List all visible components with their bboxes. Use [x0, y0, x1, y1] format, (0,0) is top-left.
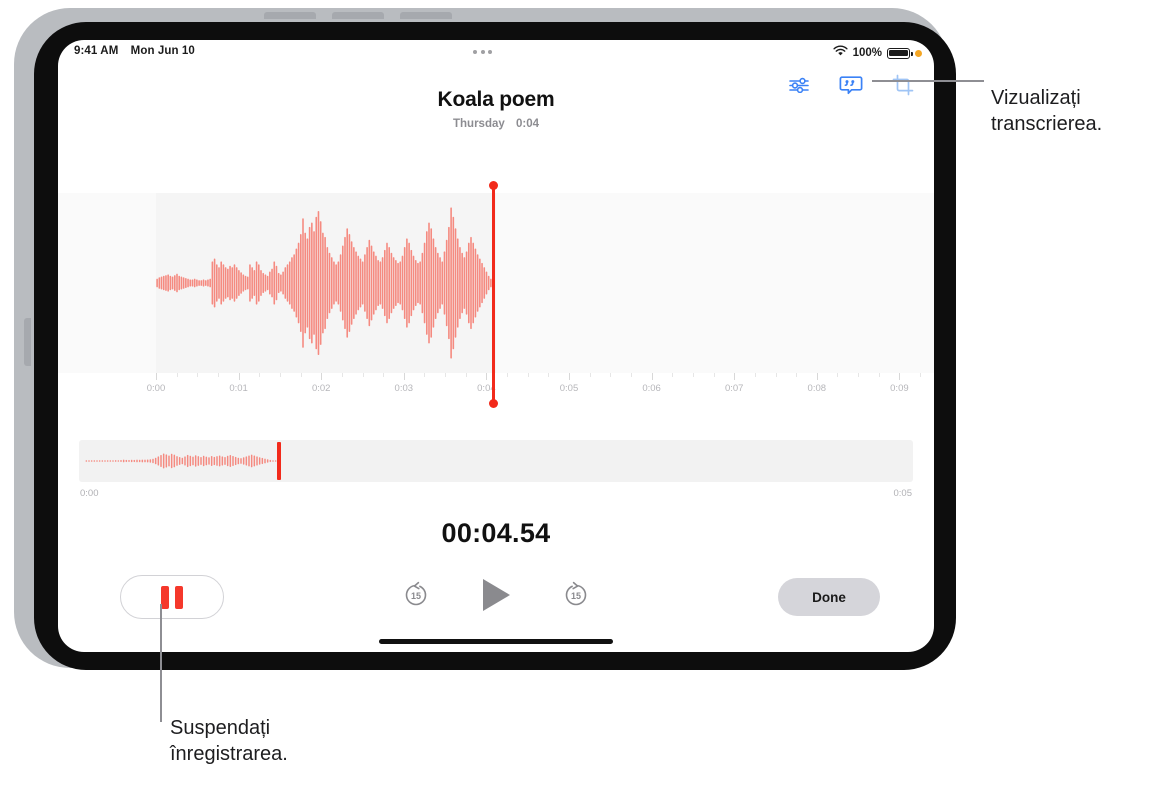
- callout-line-pause: [160, 604, 162, 722]
- ruler-tick-minor: [341, 373, 343, 377]
- screenshot-root: 9:41 AM Mon Jun 10 100% Koala poem Thurs…: [0, 0, 1165, 790]
- controls-row: 15 15 Done: [58, 570, 934, 630]
- ruler-tick-major: [403, 373, 405, 380]
- ruler-tick-minor: [217, 373, 219, 377]
- battery-icon: [887, 47, 913, 59]
- svg-text:15: 15: [411, 591, 421, 601]
- ruler-tick-minor: [672, 373, 674, 377]
- wifi-icon: [833, 44, 848, 62]
- play-button[interactable]: [479, 576, 513, 619]
- main-waveform-panel[interactable]: [58, 193, 934, 373]
- ruler-tick-minor: [197, 373, 199, 377]
- status-bar: 9:41 AM Mon Jun 10 100%: [58, 40, 934, 66]
- ruler-label: 0:00: [146, 383, 166, 394]
- callout-line-transcription: [872, 80, 984, 82]
- ruler-tick-minor: [279, 373, 281, 377]
- ruler-tick-minor: [796, 373, 798, 377]
- ruler-tick-minor: [300, 373, 302, 377]
- ruler-tick-major: [899, 373, 901, 380]
- overview-playhead[interactable]: [277, 442, 281, 480]
- ruler-tick-major: [238, 373, 240, 380]
- ruler-label: 0:09: [890, 383, 909, 394]
- recording-indicator-dot: [915, 49, 922, 57]
- ruler-label: 0:08: [807, 383, 827, 394]
- svg-text:15: 15: [571, 591, 581, 601]
- main-waveform-bars: [156, 207, 492, 359]
- ruler-tick-minor: [631, 373, 632, 377]
- ruler-tick-minor: [259, 373, 261, 377]
- recording-day: Thursday: [453, 118, 505, 130]
- skip-forward-15-button[interactable]: 15: [561, 580, 591, 615]
- ruler-tick-major: [486, 373, 488, 380]
- ruler-tick-minor: [465, 373, 467, 377]
- ruler-tick-minor: [610, 373, 612, 377]
- ruler-label: 0:06: [642, 383, 661, 394]
- ruler-tick-minor: [692, 373, 694, 377]
- ruler-tick-minor: [858, 373, 860, 377]
- ruler-tick-minor: [527, 373, 529, 377]
- playhead-bottom-handle[interactable]: [488, 399, 498, 408]
- ruler-tick-minor: [424, 373, 426, 377]
- device-button-side: [24, 318, 31, 366]
- device-button-volume-up: [264, 12, 316, 19]
- ruler-tick-major: [569, 373, 570, 380]
- ruler-tick-major: [816, 373, 818, 380]
- ruler-tick-minor: [837, 373, 839, 377]
- ruler-tick-minor: [920, 373, 921, 377]
- title-block: Koala poem Thursday 0:04: [58, 88, 934, 130]
- callout-pause-text: Suspendați înregistrarea.: [170, 717, 288, 765]
- ruler-label: 0:01: [229, 383, 248, 394]
- ruler-tick-minor: [775, 373, 777, 377]
- ruler-tick-minor: [176, 373, 178, 377]
- callout-transcription-text: Vizualizați transcrierea.: [991, 87, 1103, 135]
- ruler-label: 0:07: [724, 383, 744, 394]
- playhead-top-handle[interactable]: [488, 181, 498, 190]
- status-date: Mon Jun 10: [130, 45, 195, 57]
- home-indicator[interactable]: [379, 639, 613, 644]
- ruler-tick-minor: [383, 373, 385, 377]
- playhead[interactable]: [488, 181, 498, 408]
- app-screen: 9:41 AM Mon Jun 10 100% Koala poem Thurs…: [58, 40, 934, 652]
- ruler-tick-minor: [754, 373, 756, 377]
- ruler-tick-minor: [589, 373, 591, 377]
- ipad-device-frame: 9:41 AM Mon Jun 10 100% Koala poem Thurs…: [14, 8, 956, 670]
- overview-waveform[interactable]: [79, 440, 913, 482]
- recording-subtitle: Thursday 0:04: [58, 118, 934, 130]
- device-button-volume-down: [332, 12, 384, 19]
- done-button[interactable]: Done: [778, 578, 880, 616]
- recording-duration: 0:04: [515, 118, 539, 130]
- ruler-label: 0:03: [394, 383, 414, 394]
- skip-back-15-button[interactable]: 15: [401, 580, 431, 615]
- ruler-label: 0:05: [559, 383, 579, 394]
- recording-title: Koala poem: [437, 88, 555, 111]
- ruler-label: 0:02: [311, 383, 331, 394]
- ruler-tick-major: [321, 373, 323, 380]
- ruler-tick-minor: [548, 373, 550, 377]
- ruler-tick-major: [734, 373, 736, 380]
- ruler-tick-minor: [713, 373, 715, 377]
- ruler-tick-minor: [507, 373, 508, 377]
- status-time: 9:41 AM: [74, 45, 119, 57]
- status-bar-left: 9:41 AM Mon Jun 10: [74, 45, 195, 57]
- device-button-power: [400, 12, 452, 19]
- ruler-tick-minor: [445, 373, 447, 377]
- battery-percent-label: 100%: [852, 47, 882, 59]
- ruler-tick-minor: [362, 373, 364, 377]
- overview-waveform-bars: [85, 453, 277, 469]
- multitask-dots-icon[interactable]: [473, 50, 492, 54]
- status-bar-right: 100%: [833, 44, 922, 62]
- overview-start-label: 0:00: [80, 488, 99, 499]
- ruler-tick-minor: [878, 373, 880, 377]
- ruler-tick-major: [156, 373, 157, 380]
- overview-end-label: 0:05: [893, 488, 913, 499]
- playback-timer: 00:04.54: [441, 518, 551, 548]
- ruler-tick-major: [651, 373, 653, 380]
